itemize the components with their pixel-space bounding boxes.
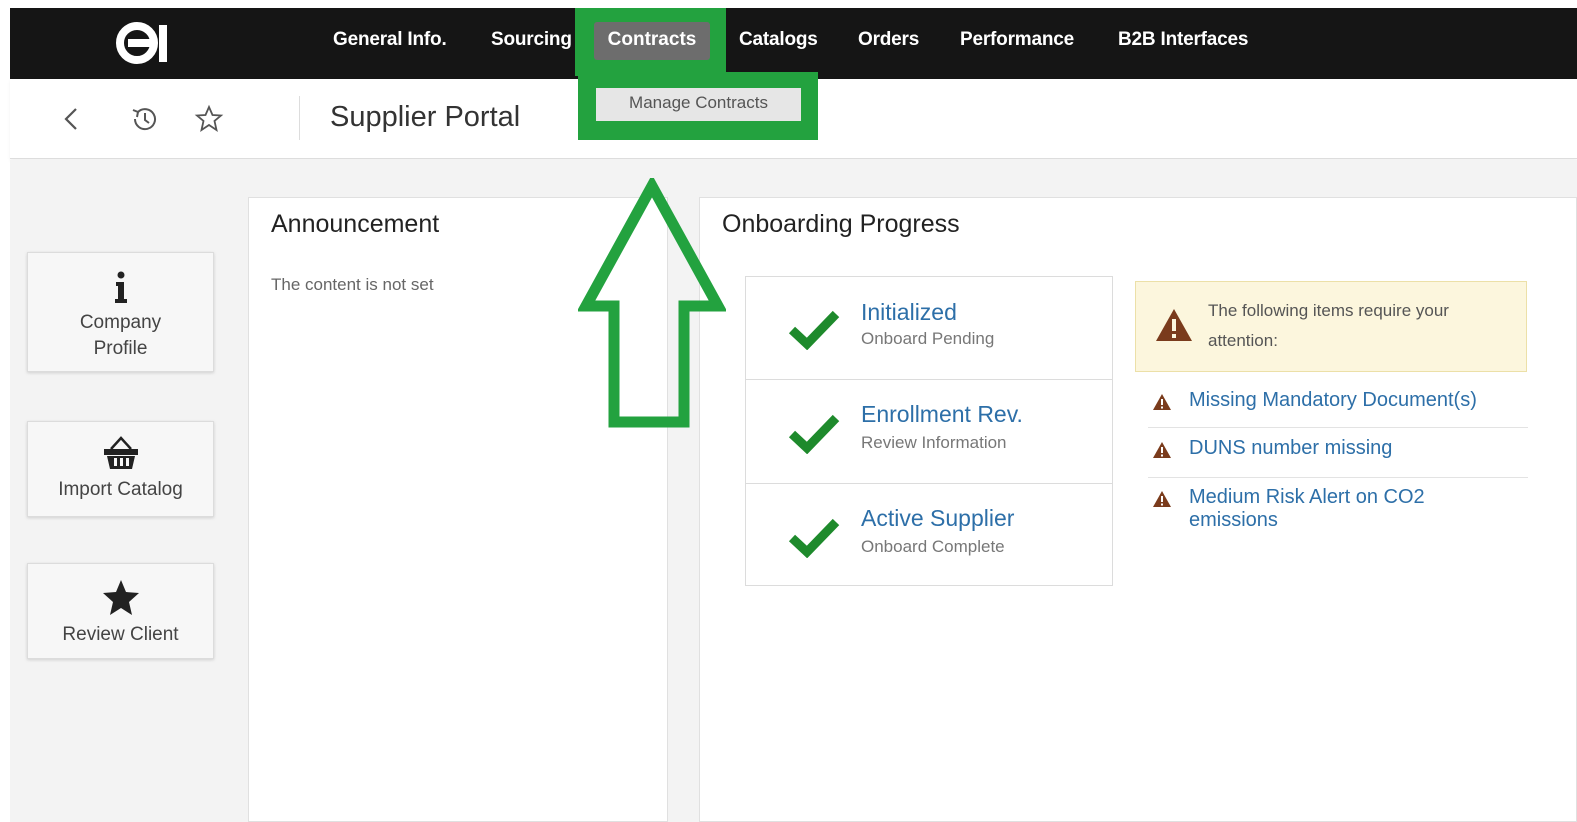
basket-icon (103, 436, 138, 469)
history-icon[interactable] (129, 104, 159, 134)
checkmark-icon (788, 414, 840, 454)
up-arrow-annotation (578, 178, 726, 428)
onboarding-title: Onboarding Progress (722, 210, 960, 238)
nav-sourcing[interactable]: Sourcing (491, 8, 572, 79)
company-profile-label-1: Company (79, 312, 162, 333)
announcement-title: Announcement (271, 210, 440, 238)
issue-item[interactable]: DUNS number missing (1148, 430, 1528, 478)
step-enrollment-review[interactable]: Enrollment Rev. Review Information (746, 381, 1112, 484)
warning-icon (1156, 309, 1192, 341)
toolbar-divider (299, 96, 300, 140)
warning-icon (1153, 491, 1171, 507)
nav-contracts[interactable]: Contracts (594, 22, 710, 60)
issue-item[interactable]: Missing Mandatory Document(s) (1148, 384, 1528, 428)
warning-icon (1153, 394, 1171, 410)
import-catalog-label: Import Catalog (58, 479, 183, 500)
nav-catalogs[interactable]: Catalogs (739, 8, 818, 79)
checkmark-icon (788, 310, 840, 350)
step-title[interactable]: Initialized (861, 299, 957, 326)
step-subtitle: Review Information (861, 433, 1007, 452)
step-initialized[interactable]: Initialized Onboard Pending (746, 277, 1112, 380)
issue-link[interactable]: Missing Mandatory Document(s) (1189, 389, 1477, 412)
nav-orders[interactable]: Orders (858, 8, 919, 79)
step-title[interactable]: Enrollment Rev. (861, 401, 1023, 428)
attention-alert-text: The following items require your attenti… (1208, 301, 1449, 350)
issue-link[interactable]: DUNS number missing (1189, 437, 1392, 460)
company-profile-button[interactable]: Company Profile (27, 252, 214, 372)
warning-icon (1153, 442, 1171, 458)
nav-performance[interactable]: Performance (960, 8, 1074, 79)
issue-link[interactable]: Medium Risk Alert on CO2 (1189, 486, 1425, 509)
step-active-supplier[interactable]: Active Supplier Onboard Complete (746, 485, 1112, 588)
issue-link-continued[interactable]: emissions (1189, 509, 1278, 532)
issue-item[interactable]: Medium Risk Alert on CO2 emissions (1148, 480, 1528, 538)
checkmark-icon (788, 518, 840, 558)
attention-alert: The following items require your attenti… (1135, 281, 1527, 372)
page-title: Supplier Portal (330, 101, 521, 133)
manage-contracts-menu-item[interactable]: Manage Contracts (596, 88, 801, 121)
onboarding-steps: Initialized Onboard Pending Enrollment R… (745, 276, 1113, 586)
step-subtitle: Onboard Complete (861, 537, 1005, 556)
announcement-text: The content is not set (271, 275, 434, 294)
star-outline-icon[interactable] (194, 104, 224, 134)
nav-general-info[interactable]: General Info. (333, 8, 447, 79)
info-icon (114, 271, 127, 303)
company-logo[interactable] (115, 16, 175, 70)
star-icon (102, 580, 139, 615)
nav-b2b-interfaces[interactable]: B2B Interfaces (1118, 8, 1248, 79)
review-client-button[interactable]: Review Client (27, 563, 214, 659)
import-catalog-button[interactable]: Import Catalog (27, 421, 214, 517)
review-client-label: Review Client (62, 624, 179, 645)
chevron-left-icon[interactable] (57, 104, 87, 134)
company-profile-label-2: Profile (93, 338, 148, 359)
step-subtitle: Onboard Pending (861, 329, 995, 348)
step-title[interactable]: Active Supplier (861, 505, 1014, 532)
